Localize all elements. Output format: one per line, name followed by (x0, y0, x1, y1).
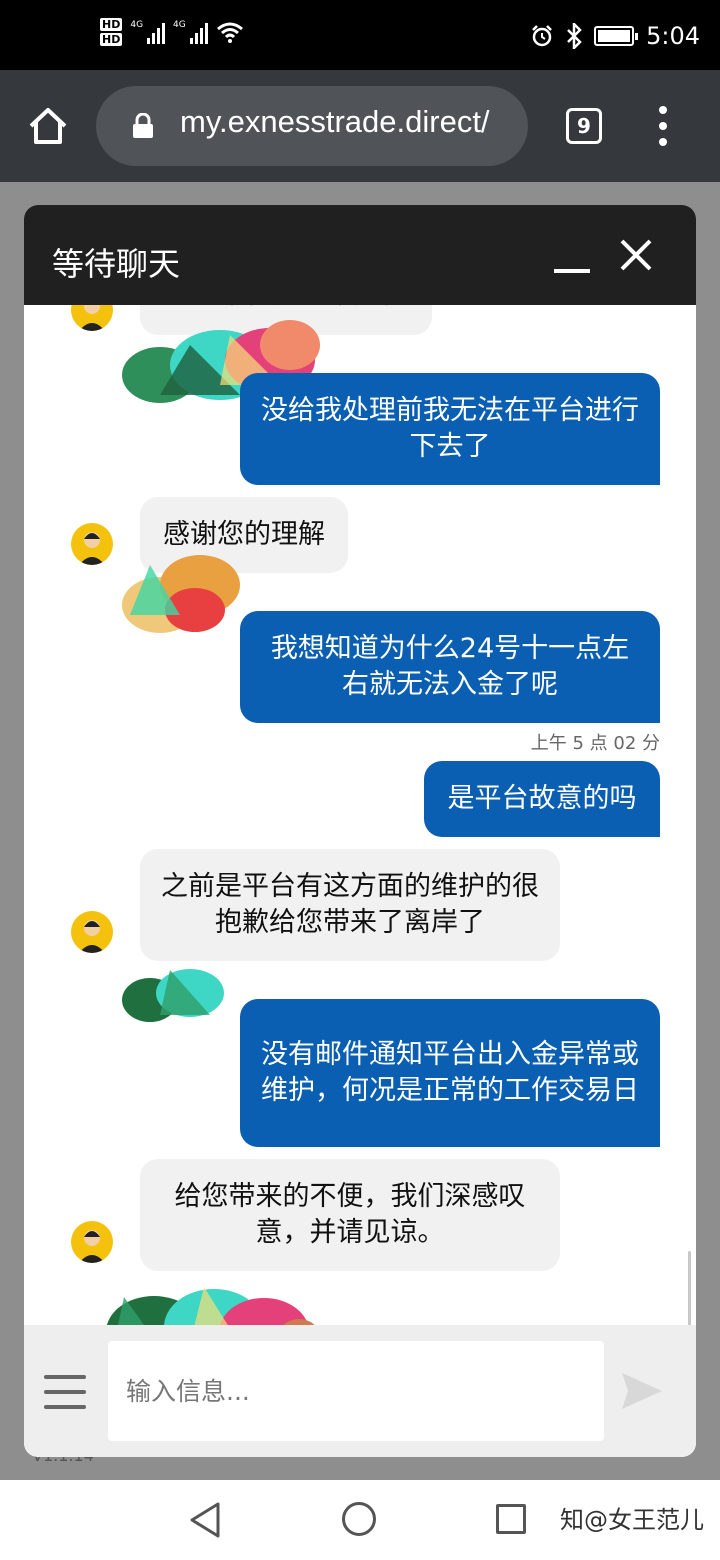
chat-title: 等待聊天 (52, 245, 181, 283)
signal-icon-1: 4G (130, 20, 166, 44)
redaction-blob (106, 1287, 315, 1325)
lock-icon (133, 113, 153, 138)
message-list[interactable]: 目前平台是正常运行 没给我处理前我无法在平台进行下去了 感谢您的理解 我想知道为… (24, 305, 696, 1325)
redaction-blob (122, 969, 224, 1022)
user-message: 我想知道为什么24号十一点左右就无法入金了呢 (240, 611, 660, 723)
recents-icon[interactable] (496, 1504, 526, 1534)
wifi-icon (216, 22, 243, 43)
agent-avatar (71, 1221, 113, 1263)
user-message: 是平台故意的吗 (424, 761, 660, 837)
agent-avatar (71, 523, 113, 565)
watermark: 知@女王范儿 (560, 1506, 704, 1534)
user-message: 没有邮件通知平台出入金异常或维护，何况是正常的工作交易日 (240, 999, 660, 1147)
menu-icon[interactable] (44, 1375, 86, 1409)
more-menu-icon[interactable] (656, 106, 670, 146)
message-timestamp: 上午 5 点 02 分 (530, 733, 660, 754)
alarm-icon (532, 25, 552, 47)
redaction-blob (122, 555, 240, 633)
hd-label-1: HD (100, 18, 123, 31)
signal-icon-2: 4G (173, 20, 208, 44)
tab-switcher-button[interactable]: 9 (566, 108, 602, 144)
hd-label-2: HD (100, 33, 123, 46)
home-nav-icon[interactable] (342, 1502, 376, 1536)
chat-window: 等待聊天 目前平台是正常运行 没给我处理前我无法在平台进行下去了 感谢您的理解 … (24, 205, 696, 1457)
message-input[interactable] (108, 1341, 604, 1441)
bluetooth-icon (567, 23, 582, 49)
clock: 5:04 (646, 22, 700, 50)
battery-icon (594, 26, 639, 46)
network-type-2: 4G (173, 20, 186, 30)
address-bar[interactable]: my.exnesstrade.direct/ (96, 86, 528, 166)
url-text[interactable]: my.exnesstrade.direct/ (180, 104, 510, 140)
agent-avatar (71, 305, 113, 331)
agent-message: 给您带来的不便，我们深感叹意，并请见谅。 (140, 1159, 560, 1271)
browser-toolbar: my.exnesstrade.direct/ 9 (0, 70, 720, 182)
agent-avatar (71, 911, 113, 953)
user-message: 没给我处理前我无法在平台进行下去了 (240, 373, 660, 485)
agent-message: 之前是平台有这方面的维护的很抱歉给您带来了离岸了 (140, 849, 560, 961)
close-icon[interactable] (618, 237, 654, 273)
composer (24, 1325, 696, 1457)
status-right: 5:04 (530, 22, 700, 50)
back-icon[interactable] (188, 1500, 222, 1540)
network-indicators: HD HD 4G 4G (100, 18, 244, 46)
status-bar: HD HD 4G 4G 5:04 (0, 0, 720, 70)
send-icon[interactable] (620, 1371, 664, 1411)
message-scrollbar[interactable] (688, 1251, 691, 1325)
system-nav-bar: 知@女王范儿 (0, 1480, 720, 1560)
chat-header: 等待聊天 (24, 205, 696, 305)
network-type-1: 4G (130, 20, 144, 30)
minimize-button[interactable] (552, 245, 592, 275)
home-icon[interactable] (26, 104, 70, 148)
hd-icon: HD HD (100, 18, 123, 46)
